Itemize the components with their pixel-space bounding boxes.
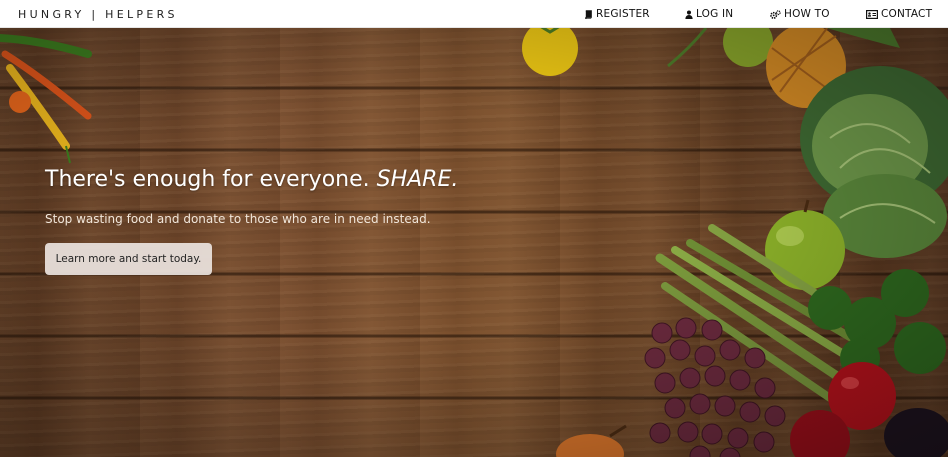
- hero-headline: There's enough for everyone. SHARE.: [45, 167, 458, 192]
- nav-howto-label: HOW TO: [784, 8, 830, 20]
- nav-register-label: REGISTER: [596, 8, 650, 20]
- nav-contact-label: CONTACT: [881, 8, 933, 20]
- hero-headline-emphasis: SHARE.: [376, 167, 459, 192]
- book-icon: [585, 9, 592, 19]
- nav-register[interactable]: REGISTER: [584, 8, 650, 20]
- id-card-icon: [866, 9, 878, 19]
- hero-headline-main: There's enough for everyone.: [45, 167, 377, 192]
- hero-subtitle: Stop wasting food and donate to those wh…: [45, 212, 431, 226]
- navbar: HUNGRY | HELPERS REGISTER LOG IN HOW TO: [0, 0, 948, 28]
- cogs-icon: [770, 9, 781, 19]
- nav-contact[interactable]: CONTACT: [866, 8, 932, 20]
- nav-login-label: LOG IN: [696, 8, 734, 20]
- hero-section: There's enough for everyone. SHARE. Stop…: [0, 28, 948, 457]
- nav-howto[interactable]: HOW TO: [770, 8, 830, 20]
- brand-logo[interactable]: HUNGRY | HELPERS: [18, 8, 178, 21]
- learn-more-button[interactable]: Learn more and start today.: [45, 243, 212, 275]
- nav-login[interactable]: LOG IN: [685, 8, 733, 20]
- user-icon: [685, 9, 693, 19]
